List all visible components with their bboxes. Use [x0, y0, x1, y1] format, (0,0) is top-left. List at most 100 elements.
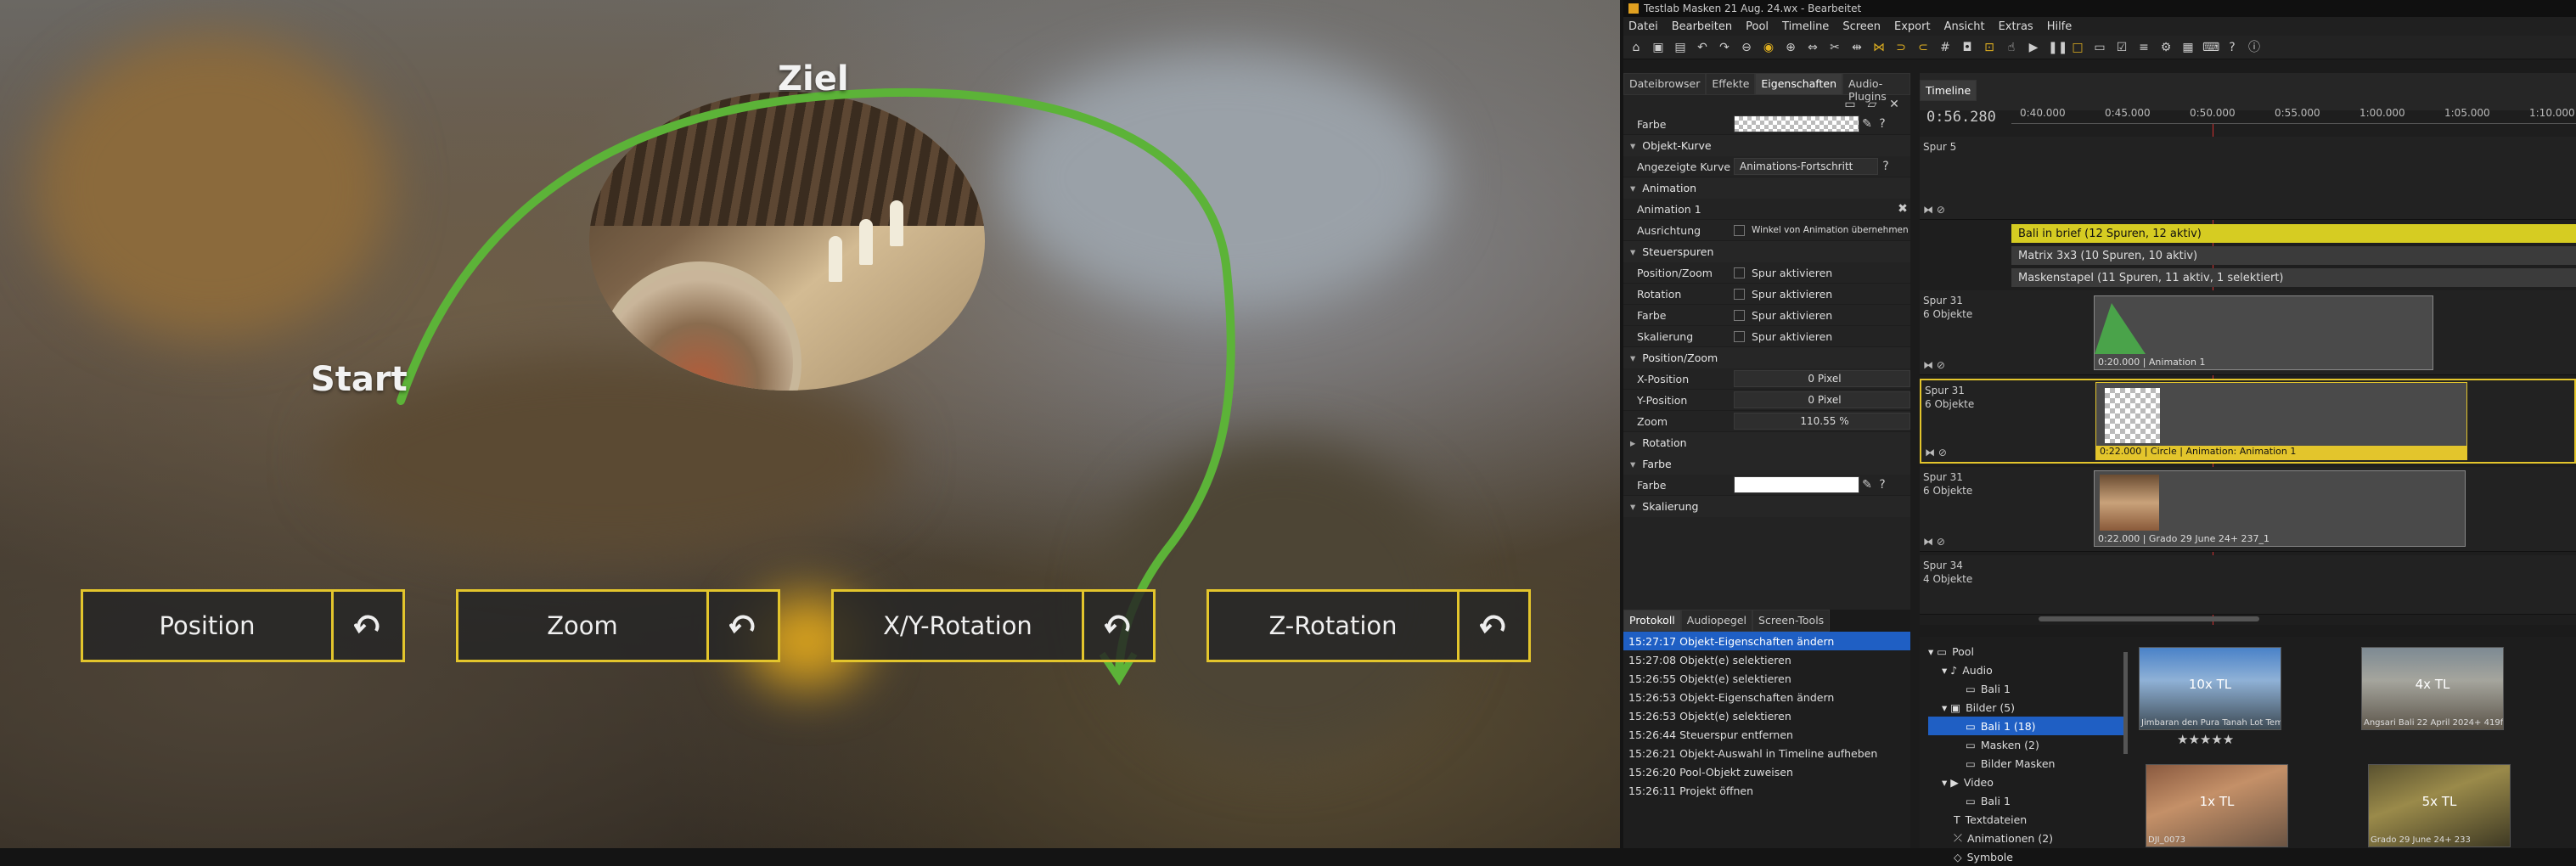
rating-stars[interactable]: ★★★★★: [2177, 732, 2234, 747]
menu-extras[interactable]: Extras: [1999, 20, 2033, 33]
zoom-control[interactable]: Zoom: [456, 589, 780, 662]
help-icon[interactable]: ?: [1878, 159, 1893, 174]
sliders-icon[interactable]: ≡: [2136, 40, 2151, 55]
section-farbe[interactable]: Farbe: [1623, 453, 1910, 475]
time-ruler[interactable]: 0:40.000 0:45.000 0:50.000 0:55.000 1:00…: [2011, 107, 2576, 124]
pool-thumbnail[interactable]: 5x TL Grado 29 June 24+ 233: [2368, 764, 2511, 847]
reset-icon[interactable]: [706, 592, 778, 660]
tab-timeline[interactable]: Timeline: [1920, 80, 1977, 101]
protocol-item[interactable]: 15:26:11 Projekt öffnen: [1623, 781, 1910, 800]
pin-icon[interactable]: ⊡: [1982, 40, 1997, 55]
tab-audio-plugins[interactable]: Audio-Plugins: [1842, 73, 1910, 103]
help-icon[interactable]: ?: [1875, 116, 1890, 132]
section-rotation[interactable]: Rotation: [1623, 432, 1910, 453]
cut-icon[interactable]: ✂: [1827, 40, 1842, 55]
pause-icon[interactable]: ❚❚: [2048, 40, 2067, 55]
screen-icon[interactable]: ▭: [2092, 40, 2107, 55]
tab-eigenschaften[interactable]: Eigenschaften: [1755, 73, 1842, 95]
protocol-item[interactable]: 15:26:44 Steuerspur entfernen: [1623, 725, 1910, 744]
zoom-in-icon[interactable]: ⊕: [1783, 40, 1798, 55]
fit-icon[interactable]: ⇔: [1805, 40, 1820, 55]
save-as-icon[interactable]: ▤: [1673, 40, 1688, 55]
delete-icon[interactable]: ✖: [1895, 201, 1910, 216]
marker-icon[interactable]: ⊂: [1915, 40, 1931, 55]
menu-ansicht[interactable]: Ansicht: [1944, 20, 1985, 33]
menu-screen[interactable]: Screen: [1842, 20, 1881, 33]
xy-rotation-control[interactable]: X/Y-Rotation: [831, 589, 1156, 662]
group-bar[interactable]: Matrix 3x3 (10 Spuren, 10 aktiv): [2011, 246, 2576, 265]
pool-thumbnail[interactable]: 10x TL Jimbaran den Pura Tanah Lot Tempel…: [2139, 647, 2281, 730]
folder-open-icon[interactable]: ▱: [1865, 97, 1880, 112]
timeline-track[interactable]: Spur 34 4 Objekte: [1920, 555, 2576, 615]
stop-icon[interactable]: □: [2070, 40, 2085, 55]
tab-effekte[interactable]: Effekte: [1706, 73, 1756, 95]
play-icon[interactable]: ▶: [2026, 40, 2041, 55]
tree-item[interactable]: ▾ ▭ Pool: [1928, 642, 2123, 661]
magnet-icon[interactable]: ⊃: [1893, 40, 1909, 55]
tree-item[interactable]: ▭ Masken (2): [1928, 735, 2123, 754]
timeline-clip[interactable]: 0:22.000 | Circle | Animation: Animation…: [2095, 382, 2467, 460]
horizontal-scrollbar[interactable]: [2039, 616, 2259, 621]
menu-datei[interactable]: Datei: [1628, 20, 1658, 33]
folder-icon[interactable]: ▭: [1842, 97, 1858, 112]
protocol-item[interactable]: 15:26:53 Objekt(e) selektieren: [1623, 706, 1910, 725]
tree-item[interactable]: ▾ ♪ Audio: [1928, 661, 2123, 679]
menu-pool[interactable]: Pool: [1746, 20, 1769, 33]
position-label[interactable]: Position: [83, 592, 331, 660]
timeline-track[interactable]: Spur 31 6 Objekte 0:20.000 | Animation 1 …: [1920, 290, 2576, 375]
tree-item-selected[interactable]: ▭ Bali 1 (18): [1928, 717, 2123, 735]
track-controls[interactable]: ⧓ ⊘: [1923, 359, 1945, 371]
tree-item[interactable]: ⤫ Animationen (2): [1928, 829, 2123, 847]
info-icon[interactable]: ⓘ: [2247, 40, 2262, 55]
tab-audiopegel[interactable]: Audiopegel: [1680, 610, 1753, 632]
reset-icon[interactable]: [1082, 592, 1153, 660]
tree-item[interactable]: ▾ ▶ Video: [1928, 773, 2123, 791]
gear-icon[interactable]: ⚙: [2158, 40, 2174, 55]
menu-export[interactable]: Export: [1894, 20, 1931, 33]
tree-item[interactable]: ◇ Symbole: [1928, 847, 2123, 866]
close-icon[interactable]: ✕: [1887, 97, 1902, 112]
help-icon[interactable]: ?: [2224, 40, 2240, 55]
tab-protokoll[interactable]: Protokoll: [1623, 610, 1681, 632]
keyboard-icon[interactable]: ⌨: [2202, 40, 2219, 55]
section-position-zoom[interactable]: Position/Zoom: [1623, 347, 1910, 368]
section-skalierung[interactable]: Skalierung: [1623, 496, 1910, 517]
eyedropper-icon[interactable]: ✎: [1859, 116, 1875, 132]
menu-bearbeiten[interactable]: Bearbeiten: [1672, 20, 1732, 33]
protocol-item[interactable]: 15:27:08 Objekt(e) selektieren: [1623, 650, 1910, 669]
protocol-item[interactable]: 15:26:55 Objekt(e) selektieren: [1623, 669, 1910, 688]
position-control[interactable]: Position: [81, 589, 405, 662]
ctrl-track-checkbox[interactable]: [1734, 309, 1745, 321]
tree-item[interactable]: ▾ ▣ Bilder (5): [1928, 698, 2123, 717]
color2-swatch[interactable]: [1734, 476, 1859, 493]
monitor-icon[interactable]: ▦: [2180, 40, 2196, 55]
split-icon[interactable]: ⇹: [1849, 40, 1865, 55]
open-icon[interactable]: ⌂: [1628, 40, 1644, 55]
pool-thumbnail[interactable]: 4x TL Angsari Bali 22 April 2024+ 419flu: [2361, 647, 2504, 730]
z-rotation-label[interactable]: Z-Rotation: [1209, 592, 1457, 660]
ctrl-track-checkbox[interactable]: [1734, 267, 1745, 278]
xpos-field[interactable]: 0 Pixel: [1734, 370, 1910, 387]
section-objektkurve[interactable]: Objekt-Kurve: [1623, 135, 1910, 156]
pool-thumbnail[interactable]: 1x TL DJI_0073: [2146, 764, 2288, 847]
tree-item[interactable]: ▭ Bali 1: [1928, 679, 2123, 698]
protocol-item[interactable]: 15:26:20 Pool-Objekt zuweisen: [1623, 762, 1910, 781]
section-animation[interactable]: Animation: [1623, 177, 1910, 199]
eyedropper-icon[interactable]: ✎: [1859, 477, 1875, 492]
track-controls[interactable]: ⧓ ⊘: [1923, 536, 1945, 548]
timeline-clip[interactable]: 0:20.000 | Animation 1: [2094, 295, 2433, 370]
color-swatch[interactable]: [1734, 115, 1859, 132]
xy-rotation-label[interactable]: X/Y-Rotation: [834, 592, 1082, 660]
menu-hilfe[interactable]: Hilfe: [2047, 20, 2073, 33]
orientation-checkbox[interactable]: [1734, 224, 1745, 236]
ctrl-track-checkbox[interactable]: [1734, 330, 1745, 342]
tree-item[interactable]: ▭ Bali 1: [1928, 791, 2123, 810]
ypos-field[interactable]: 0 Pixel: [1734, 391, 1910, 408]
track-controls[interactable]: ⧓ ⊘: [1923, 204, 1945, 216]
timeline-track[interactable]: Spur 5 ⧓ ⊘: [1920, 137, 2576, 220]
group-bar[interactable]: Maskenstapel (11 Spuren, 11 aktiv, 1 sel…: [2011, 268, 2576, 287]
tree-item[interactable]: ▭ Bilder Masken: [1928, 754, 2123, 773]
zoom-out-icon[interactable]: ⊖: [1739, 40, 1754, 55]
zoom-field[interactable]: 110.55 %: [1734, 413, 1910, 430]
group-bar[interactable]: Bali in brief (12 Spuren, 12 aktiv): [2011, 224, 2576, 243]
